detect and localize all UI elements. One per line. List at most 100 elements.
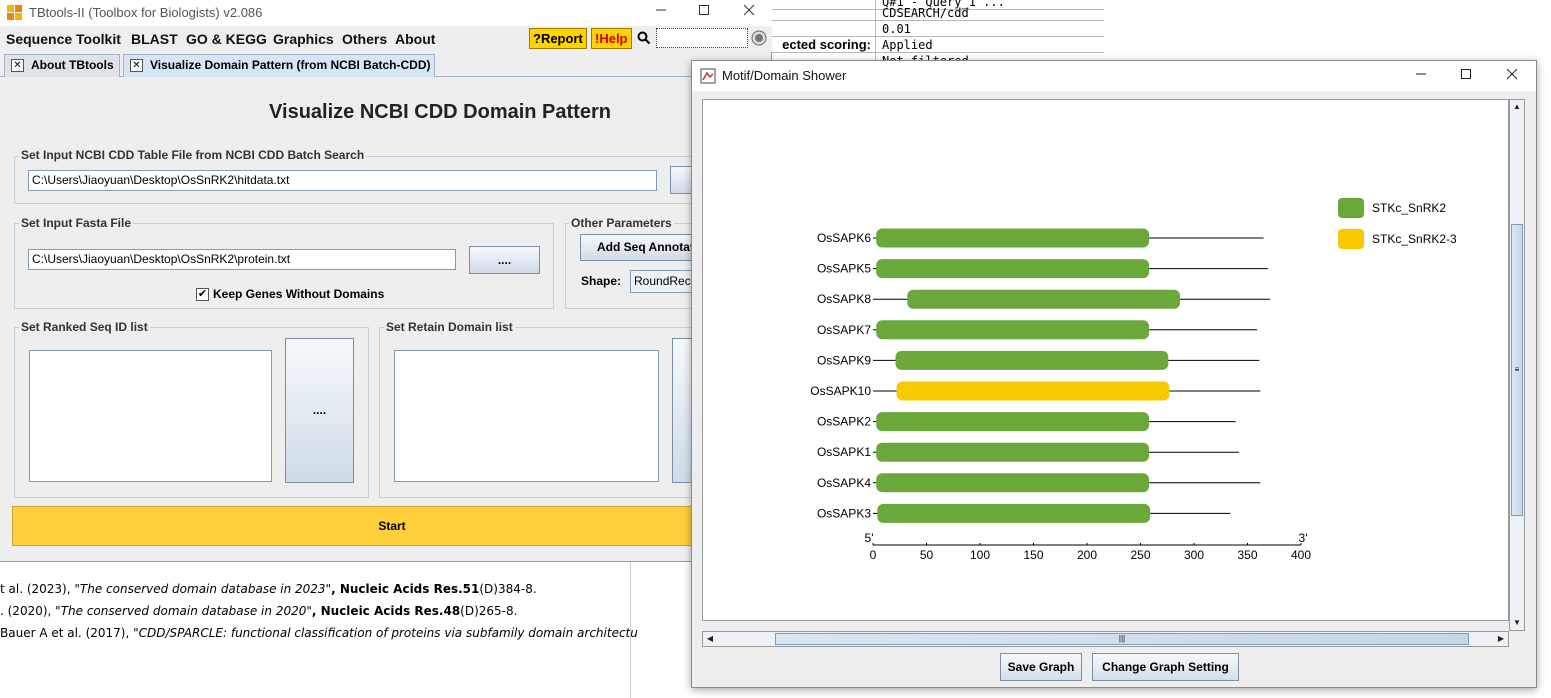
sequence-row: OsSAPK7 xyxy=(817,320,1258,340)
tab-about-tbtools[interactable]: ✕ About TBtools xyxy=(4,54,120,77)
minimize-button[interactable] xyxy=(638,0,684,24)
bg-table-row: 0.01 xyxy=(770,21,1104,37)
ranked-seq-label: Set Ranked Seq ID list xyxy=(19,320,150,334)
bg-table-key: ected scoring: xyxy=(770,37,876,53)
motif-window-title: Motif/Domain Shower xyxy=(722,68,847,83)
sequence-label: OsSAPK1 xyxy=(817,445,871,459)
sequence-label: OsSAPK4 xyxy=(817,476,871,490)
sequence-label: OsSAPK10 xyxy=(810,384,871,398)
ref-prefix: Bauer A et al. (2017), xyxy=(0,626,134,640)
main-window-title: TBtools-II (Toolbox for Biologists) v2.0… xyxy=(29,5,263,20)
cdd-table-path-field[interactable]: C:\Users\Jiaoyuan\Desktop\OsSnRK2\hitdat… xyxy=(28,170,657,191)
horizontal-scrollbar[interactable]: ◀ ||| ▶ xyxy=(702,631,1509,647)
legend-entry-label: STKc_SnRK2-3 xyxy=(1372,232,1457,246)
domain-graph-canvas: OsSAPK6 OsSAPK5 OsSAPK8 OsSAPK7 OsSAPK9 OsSAP… xyxy=(702,99,1509,621)
menu-others[interactable]: Others xyxy=(342,31,387,47)
domain-bar xyxy=(876,259,1150,279)
shape-label: Shape: xyxy=(581,274,622,288)
retain-domain-textarea[interactable] xyxy=(394,350,659,482)
save-graph-button[interactable]: Save Graph xyxy=(1000,653,1082,681)
close-icon xyxy=(1506,68,1518,80)
scroll-left-icon[interactable]: ◀ xyxy=(703,632,717,646)
domain-bar xyxy=(907,289,1181,309)
tab-label: Visualize Domain Pattern (from NCBI Batc… xyxy=(150,58,431,72)
domain-bar xyxy=(876,442,1150,462)
scroll-down-icon[interactable]: ▼ xyxy=(1510,616,1524,630)
sequence-label: OsSAPK9 xyxy=(817,353,871,367)
close-icon xyxy=(743,4,755,16)
search-input[interactable] xyxy=(656,28,748,48)
java-window-icon xyxy=(700,68,716,84)
maximize-icon xyxy=(699,5,709,15)
help-button[interactable]: !Help xyxy=(591,28,632,49)
fasta-path-field[interactable]: C:\Users\Jiaoyuan\Desktop\OsSnRK2\protei… xyxy=(28,249,456,270)
ref-prefix: . (2020), xyxy=(0,604,56,618)
ref-journal: , Nucleic Acids Res.48 xyxy=(311,604,461,618)
tab-close-icon[interactable]: ✕ xyxy=(11,59,24,72)
sequence-row: OsSAPK3 xyxy=(817,503,1231,523)
ref-title: "The conserved domain database in 2020" xyxy=(55,604,312,618)
domain-bar xyxy=(896,381,1170,401)
menu-blast[interactable]: BLAST xyxy=(131,31,178,47)
sequence-label: OsSAPK5 xyxy=(817,262,871,276)
close-button[interactable] xyxy=(726,0,772,24)
ranked-seq-browse-button[interactable]: .... xyxy=(285,338,354,483)
background-references: t al. (2023), "The conserved domain data… xyxy=(0,562,700,698)
axis-tick-label: 50 xyxy=(920,548,934,562)
minimize-icon xyxy=(1416,73,1426,75)
sequence-rows: OsSAPK6 OsSAPK5 OsSAPK8 OsSAPK7 OsSAPK9 OsSAP… xyxy=(810,228,1270,523)
ref-title: "CDD/SPARCLE: functional classification … xyxy=(133,626,638,640)
sequence-row: OsSAPK2 xyxy=(817,412,1236,432)
motif-minimize-button[interactable] xyxy=(1398,64,1444,88)
bg-table-key xyxy=(770,5,876,21)
menu-sequence-toolkit[interactable]: Sequence Toolkit xyxy=(6,31,121,47)
motif-close-button[interactable] xyxy=(1489,64,1535,88)
tab-close-icon[interactable]: ✕ xyxy=(130,59,143,72)
ranked-seq-textarea[interactable] xyxy=(29,350,272,482)
sequence-label: OsSAPK3 xyxy=(817,506,871,520)
domain-bar xyxy=(876,228,1150,248)
start-button[interactable]: Start xyxy=(12,506,772,546)
domain-pattern-chart: OsSAPK6 OsSAPK5 OsSAPK8 OsSAPK7 OsSAPK9 OsSAP… xyxy=(810,198,1457,562)
fasta-browse-button[interactable]: .... xyxy=(469,246,540,274)
report-button[interactable]: ?Report xyxy=(529,28,587,49)
sequence-row: OsSAPK8 xyxy=(817,289,1270,309)
menu-go-kegg[interactable]: GO & KEGG xyxy=(186,31,267,47)
vertical-scrollbar[interactable]: ▲ ≡ ▼ xyxy=(1509,99,1525,631)
bg-table-value: 0.01 xyxy=(882,22,911,36)
ref-suffix: (D)265-8. xyxy=(460,604,518,618)
horizontal-scroll-thumb[interactable]: ||| xyxy=(775,633,1469,645)
axis-tick-label: 400 xyxy=(1291,548,1311,562)
bg-table-value: Applied xyxy=(882,38,933,52)
menu-graphics[interactable]: Graphics xyxy=(273,31,334,47)
ref-prefix: t al. (2023), xyxy=(0,582,75,596)
axis-tick-label: 300 xyxy=(1184,548,1204,562)
tab-visualize-domain-pattern[interactable]: ✕ Visualize Domain Pattern (from NCBI Ba… xyxy=(123,54,435,77)
sequence-row: OsSAPK10 xyxy=(810,381,1261,401)
sequence-row: OsSAPK1 xyxy=(817,442,1239,462)
three-prime-label: 3' xyxy=(1299,531,1308,545)
scroll-right-icon[interactable]: ▶ xyxy=(1494,632,1508,646)
motif-maximize-button[interactable] xyxy=(1443,64,1489,88)
sequence-label: OsSAPK6 xyxy=(817,231,871,245)
ref-suffix: (D)384-8. xyxy=(479,582,537,596)
ref-journal: , Nucleic Acids Res.51 xyxy=(331,582,480,596)
bg-table-key xyxy=(770,21,876,37)
background-result-table: Q#1 - Query_1 ... CDSEARCH/cdd 0.01 ecte… xyxy=(770,0,1104,69)
tbtools-app-icon xyxy=(7,5,22,20)
keep-genes-checkbox[interactable]: ✔ xyxy=(196,288,209,301)
sequence-row: OsSAPK6 xyxy=(817,228,1264,248)
fasta-group-label: Set Input Fasta File xyxy=(19,216,134,230)
sequence-row: OsSAPK4 xyxy=(817,473,1261,493)
scroll-up-icon[interactable]: ▲ xyxy=(1510,100,1524,114)
maximize-button[interactable] xyxy=(681,0,727,24)
vertical-scroll-thumb[interactable]: ≡ xyxy=(1511,224,1523,516)
sequence-label: OsSAPK7 xyxy=(817,323,871,337)
axis-tick-label: 0 xyxy=(870,548,877,562)
change-graph-setting-button[interactable]: Change Graph Setting xyxy=(1092,653,1239,681)
axis-tick-label: 200 xyxy=(1077,548,1097,562)
menu-about[interactable]: About xyxy=(395,31,435,47)
domain-bar xyxy=(895,350,1169,370)
search-icon[interactable] xyxy=(637,31,651,45)
motif-domain-shower-window: Motif/Domain Shower OsSAPK6 OsSAPK5 OsSAPK… xyxy=(691,60,1537,688)
